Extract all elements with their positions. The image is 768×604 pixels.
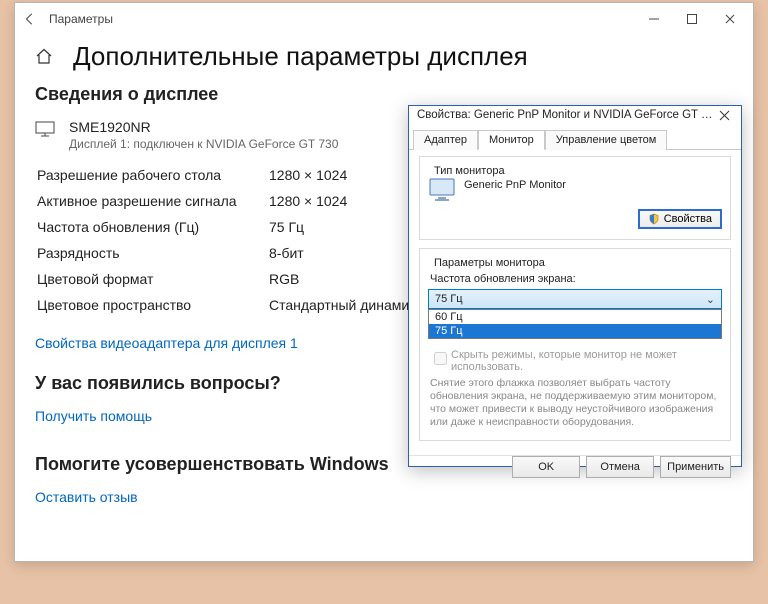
get-help-link[interactable]: Получить помощь — [35, 408, 152, 424]
adapter-properties-link[interactable]: Свойства видеоадаптера для дисплея 1 — [35, 335, 298, 351]
minimize-button[interactable] — [635, 8, 673, 30]
display-name: SME1920NR — [69, 119, 338, 135]
monitor-params-group: Параметры монитора Частота обновления эк… — [419, 248, 731, 441]
monitor-type-name: Generic PnP Monitor — [464, 179, 566, 191]
feedback-link[interactable]: Оставить отзыв — [35, 489, 138, 505]
chevron-down-icon: ⌄ — [706, 293, 715, 306]
monitor-device-icon — [428, 177, 458, 203]
back-button[interactable] — [19, 8, 41, 30]
display-info-heading: Сведения о дисплее — [35, 84, 729, 105]
apply-button[interactable]: Применить — [660, 456, 731, 478]
monitor-type-group-title: Тип монитора — [430, 165, 509, 177]
page-header: Дополнительные параметры дисплея — [35, 41, 729, 72]
cancel-button[interactable]: Отмена — [586, 456, 654, 478]
dialog-title-bar: Свойства: Generic PnP Monitor и NVIDIA G… — [409, 106, 741, 125]
dialog-footer: OK Отмена Применить — [409, 455, 741, 478]
dialog-body: Тип монитора Generic PnP Monitor Свойств… — [409, 150, 741, 455]
tab-adapter[interactable]: Адаптер — [413, 130, 478, 150]
close-button[interactable] — [711, 8, 749, 30]
monitor-type-group: Тип монитора Generic PnP Monitor Свойств… — [419, 156, 731, 240]
monitor-properties-button-label: Свойства — [664, 213, 712, 225]
tab-monitor[interactable]: Монитор — [478, 130, 545, 150]
refresh-rate-dropdown[interactable]: 75 Гц ⌄ 60 Гц 75 Гц — [428, 289, 722, 309]
tab-strip: Адаптер Монитор Управление цветом — [409, 125, 741, 150]
display-sub: Дисплей 1: подключен к NVIDIA GeForce GT… — [69, 137, 338, 151]
refresh-rate-list: 60 Гц 75 Гц — [428, 309, 722, 339]
monitor-properties-button[interactable]: Свойства — [638, 209, 722, 229]
page-title: Дополнительные параметры дисплея — [73, 41, 528, 72]
dialog-title: Свойства: Generic PnP Monitor и NVIDIA G… — [417, 109, 715, 121]
maximize-button[interactable] — [673, 8, 711, 30]
tab-color-management[interactable]: Управление цветом — [545, 130, 668, 150]
refresh-rate-label: Частота обновления экрана: — [430, 273, 722, 285]
monitor-properties-dialog: Свойства: Generic PnP Monitor и NVIDIA G… — [408, 105, 742, 467]
monitor-icon — [35, 121, 55, 137]
refresh-rate-selected[interactable]: 75 Гц ⌄ — [428, 289, 722, 309]
window-title: Параметры — [49, 12, 113, 26]
refresh-rate-option[interactable]: 60 Гц — [429, 310, 721, 324]
monitor-params-group-title: Параметры монитора — [430, 257, 549, 269]
hide-modes-row: Скрыть режимы, которые монитор не может … — [430, 349, 722, 373]
hide-modes-label: Скрыть режимы, которые монитор не может … — [451, 349, 722, 373]
hide-modes-checkbox[interactable] — [434, 352, 447, 365]
home-icon[interactable] — [35, 48, 55, 66]
shield-icon — [648, 213, 660, 225]
refresh-rate-option[interactable]: 75 Гц — [429, 324, 721, 338]
dialog-close-button[interactable] — [715, 106, 733, 124]
hide-modes-hint: Снятие этого флажка позволяет выбрать ча… — [430, 377, 720, 430]
title-bar: Параметры — [15, 3, 753, 35]
ok-button[interactable]: OK — [512, 456, 580, 478]
